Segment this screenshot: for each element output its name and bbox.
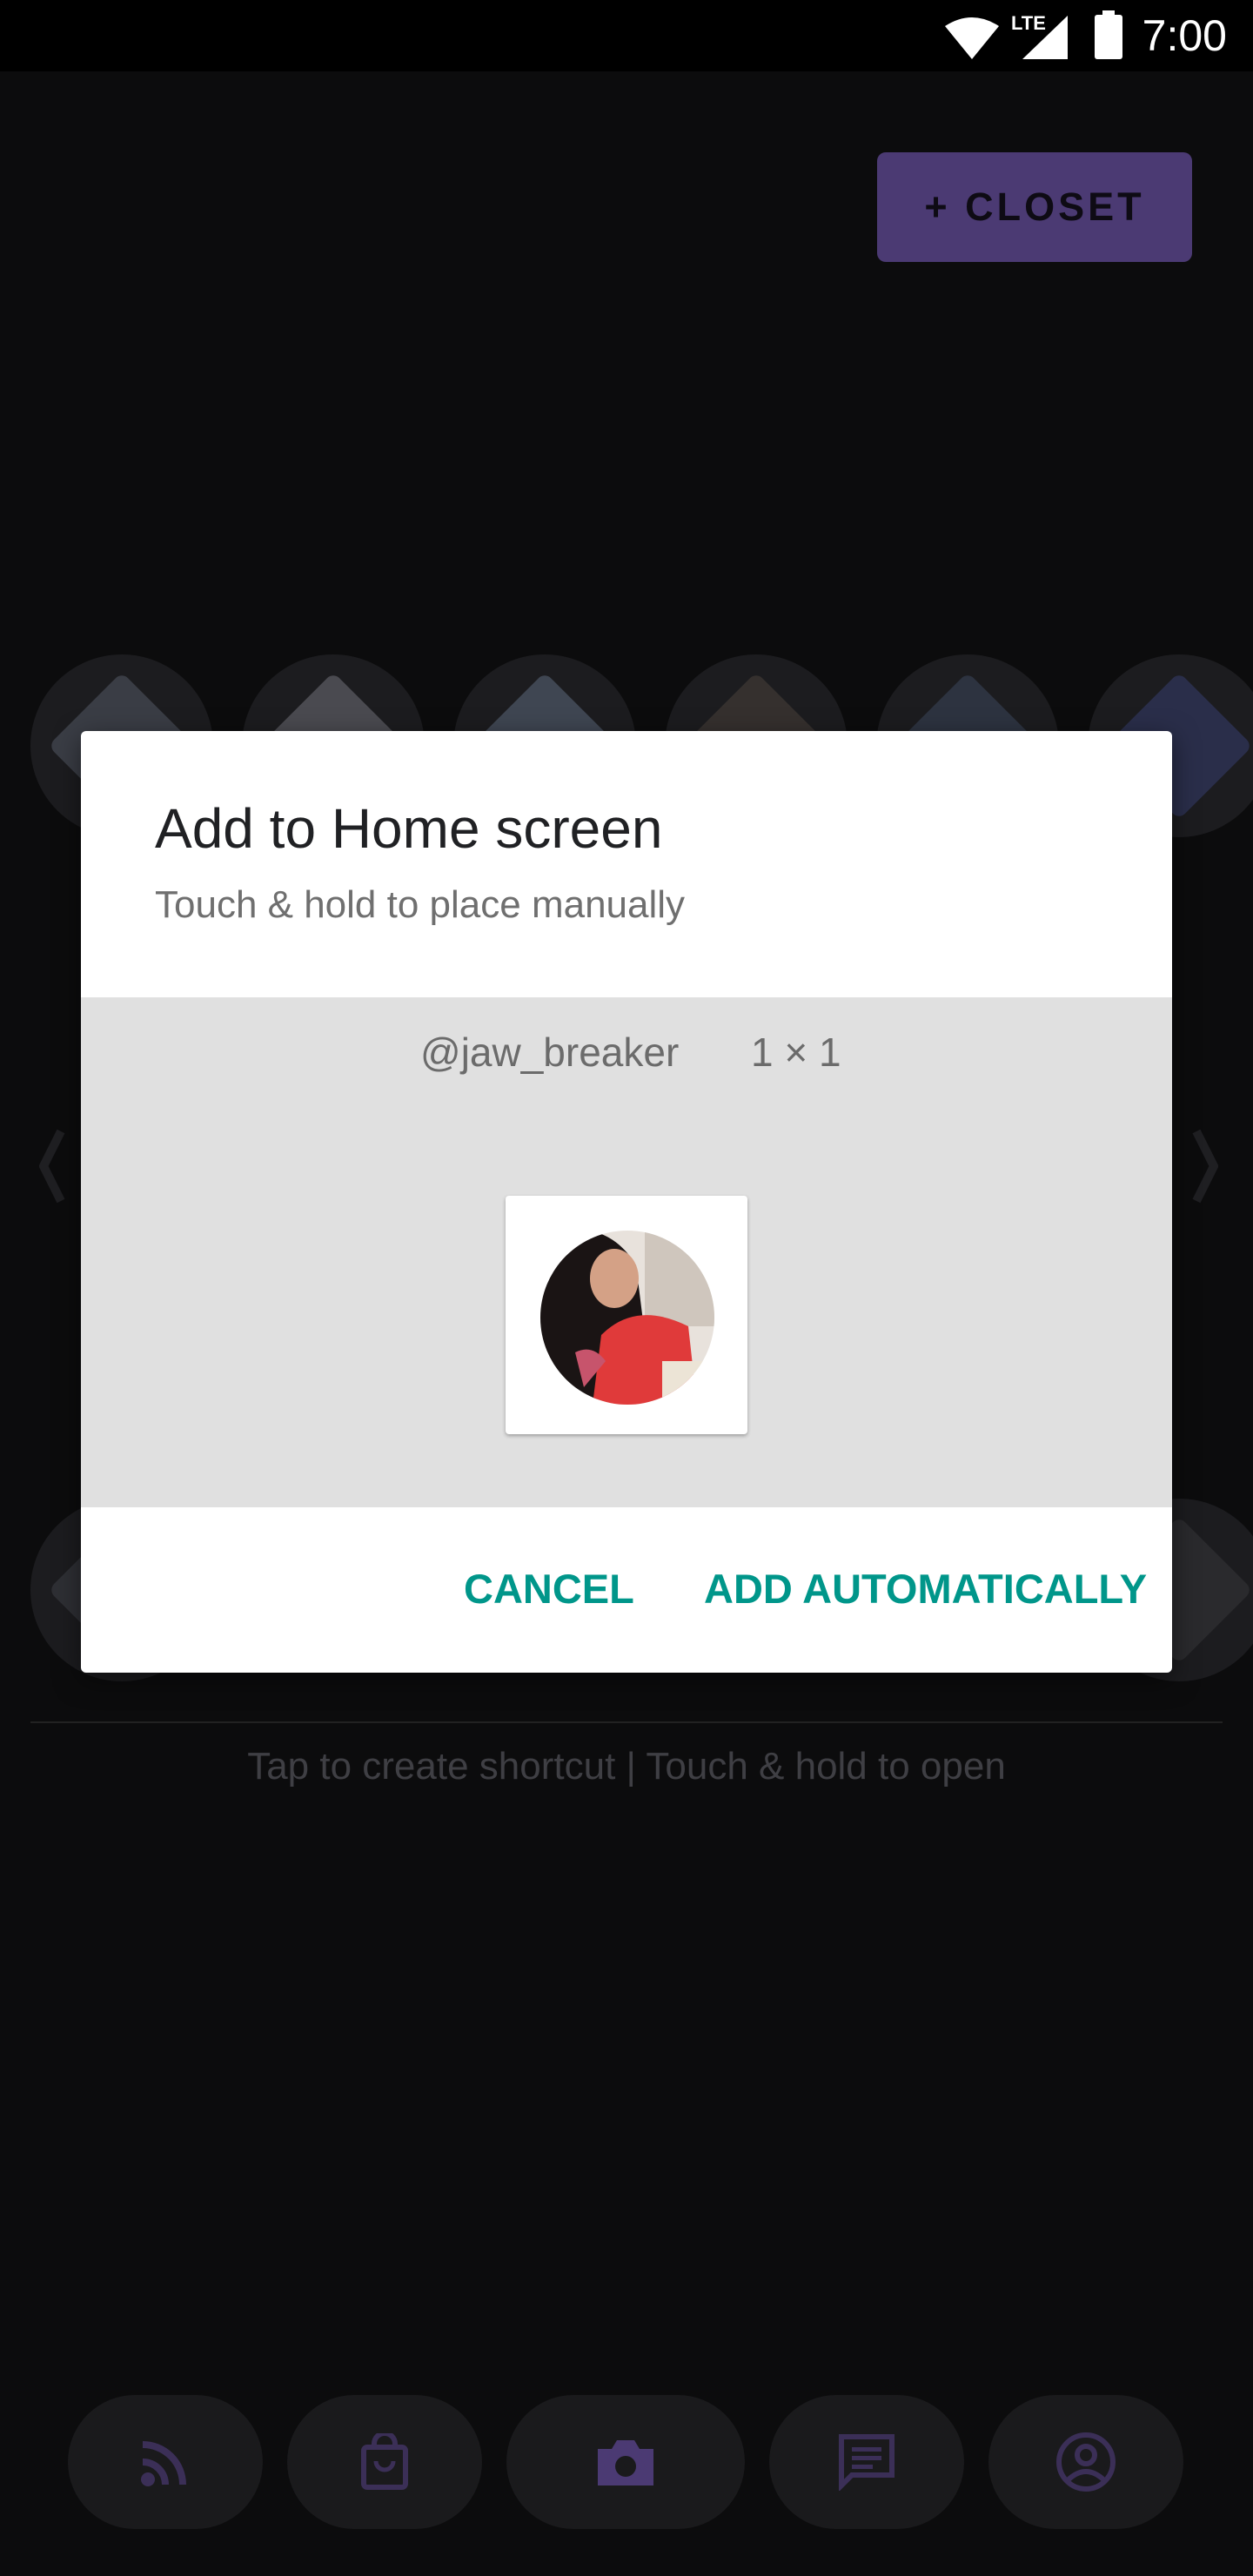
- nav-profile[interactable]: [988, 2395, 1183, 2529]
- bottom-nav: [0, 2395, 1253, 2534]
- nav-camera[interactable]: [506, 2395, 745, 2529]
- nav-messages[interactable]: [769, 2395, 964, 2529]
- hint-text: Tap to create shortcut | Touch & hold to…: [247, 1745, 1006, 1788]
- add-to-home-dialog: Add to Home screen Touch & hold to place…: [81, 731, 1172, 1673]
- message-icon: [839, 2434, 895, 2491]
- nav-feed[interactable]: [68, 2395, 263, 2529]
- add-closet-button[interactable]: + CLOSET: [877, 152, 1192, 262]
- nav-shop[interactable]: [287, 2395, 482, 2529]
- widget-size: 1 × 1: [751, 1030, 841, 1075]
- account-icon: [1056, 2432, 1116, 2492]
- battery-icon: [1095, 10, 1122, 59]
- shortcut-widget-preview[interactable]: [506, 1196, 747, 1434]
- dialog-subtitle: Touch & hold to place manually: [155, 883, 686, 926]
- add-automatically-button[interactable]: ADD AUTOMATICALLY: [704, 1565, 1147, 1613]
- profile-avatar: [540, 1231, 714, 1405]
- cancel-button[interactable]: CANCEL: [464, 1565, 634, 1613]
- status-bar: LTE 7:00: [0, 0, 1253, 71]
- status-time: 7:00: [1142, 11, 1227, 60]
- widget-preview-area: @jaw_breaker 1 × 1: [81, 997, 1172, 1507]
- wifi-icon: [945, 17, 999, 59]
- rss-icon: [141, 2441, 186, 2486]
- dialog-title: Add to Home screen: [155, 797, 663, 860]
- lte-signal-icon: [1022, 16, 1068, 59]
- camera-icon: [598, 2440, 653, 2485]
- carousel-right-arrow[interactable]: [1192, 1123, 1218, 1210]
- widget-name: @jaw_breaker: [420, 1030, 680, 1075]
- divider: [30, 1721, 1223, 1723]
- shopping-bag-icon: [361, 2433, 408, 2490]
- carousel-left-arrow[interactable]: [39, 1123, 65, 1210]
